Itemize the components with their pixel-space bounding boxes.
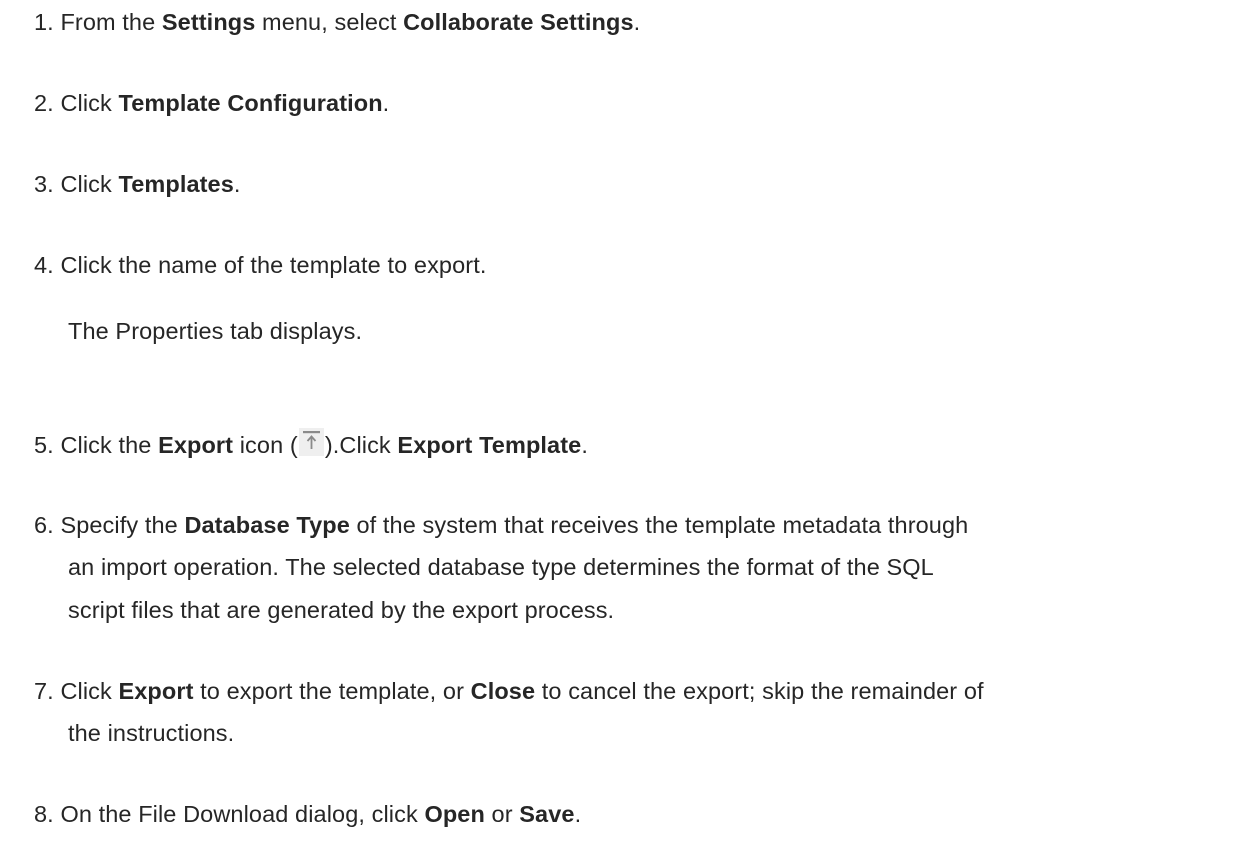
step-number: 7.	[34, 678, 61, 704]
ui-term-templates: Templates	[118, 171, 234, 197]
step-5: 5. Click the Export icon ( ).Click Export…	[34, 428, 588, 460]
ui-term-open: Open	[424, 801, 485, 827]
ui-term-template-configuration: Template Configuration	[118, 90, 383, 116]
step-text: Click	[60, 678, 119, 704]
step-text: to cancel the export; skip the remainder…	[535, 678, 984, 704]
step-number: 4.	[34, 252, 61, 278]
ui-term-database-type: Database Type	[184, 512, 350, 538]
step-text: .	[233, 171, 241, 197]
export-upload-icon	[298, 428, 324, 456]
step-text: Click the	[60, 432, 159, 458]
step-text: or	[484, 801, 520, 827]
step-6-line-3: script files that are generated by the e…	[68, 597, 615, 623]
step-text: icon (	[233, 432, 298, 458]
ui-term-export-template: Export Template	[397, 432, 582, 458]
step-4: 4. Click the name of the template to exp…	[34, 250, 486, 280]
step-8: 8. On the File Download dialog, click Op…	[34, 799, 581, 829]
step-6: 6. Specify the Database Type of the syst…	[34, 510, 968, 540]
step-text: to export the template, or	[193, 678, 471, 704]
step-3: 3. Click Templates.	[34, 169, 241, 199]
step-2: 2. Click Template Configuration.	[34, 88, 389, 118]
step-text: .	[574, 801, 582, 827]
step-number: 2.	[34, 90, 61, 116]
ui-term-close: Close	[470, 678, 536, 704]
step-text: .	[633, 9, 641, 35]
step-number: 3.	[34, 171, 61, 197]
step-text: .	[581, 432, 588, 458]
step-text: Click	[60, 90, 119, 116]
ui-term-export: Export	[118, 678, 194, 704]
step-text: Specify the	[60, 512, 185, 538]
step-text: Click	[60, 171, 119, 197]
step-6-line-2: an import operation. The selected databa…	[68, 554, 934, 580]
step-number: 5.	[34, 432, 61, 458]
step-text: ).Click	[324, 432, 398, 458]
ui-term-export: Export	[158, 432, 234, 458]
ui-term-settings: Settings	[161, 9, 256, 35]
ui-term-save: Save	[519, 801, 575, 827]
instruction-document: 1. From the Settings menu, select Collab…	[0, 0, 1235, 867]
step-4-result: The Properties tab displays.	[68, 318, 363, 344]
step-1: 1. From the Settings menu, select Collab…	[34, 7, 640, 37]
step-number: 8.	[34, 801, 61, 827]
step-text: of the system that receives the template…	[349, 512, 969, 538]
step-text: Click the name of the template to export…	[60, 252, 487, 278]
step-text: From the	[60, 9, 162, 35]
step-text: menu, select	[255, 9, 404, 35]
step-7: 7. Click Export to export the template, …	[34, 676, 984, 706]
step-number: 1.	[34, 9, 61, 35]
step-number: 6.	[34, 512, 61, 538]
ui-term-collaborate-settings: Collaborate Settings	[403, 9, 634, 35]
step-text: .	[382, 90, 390, 116]
step-7-line-2: the instructions.	[68, 720, 235, 746]
step-text: On the File Download dialog, click	[60, 801, 425, 827]
